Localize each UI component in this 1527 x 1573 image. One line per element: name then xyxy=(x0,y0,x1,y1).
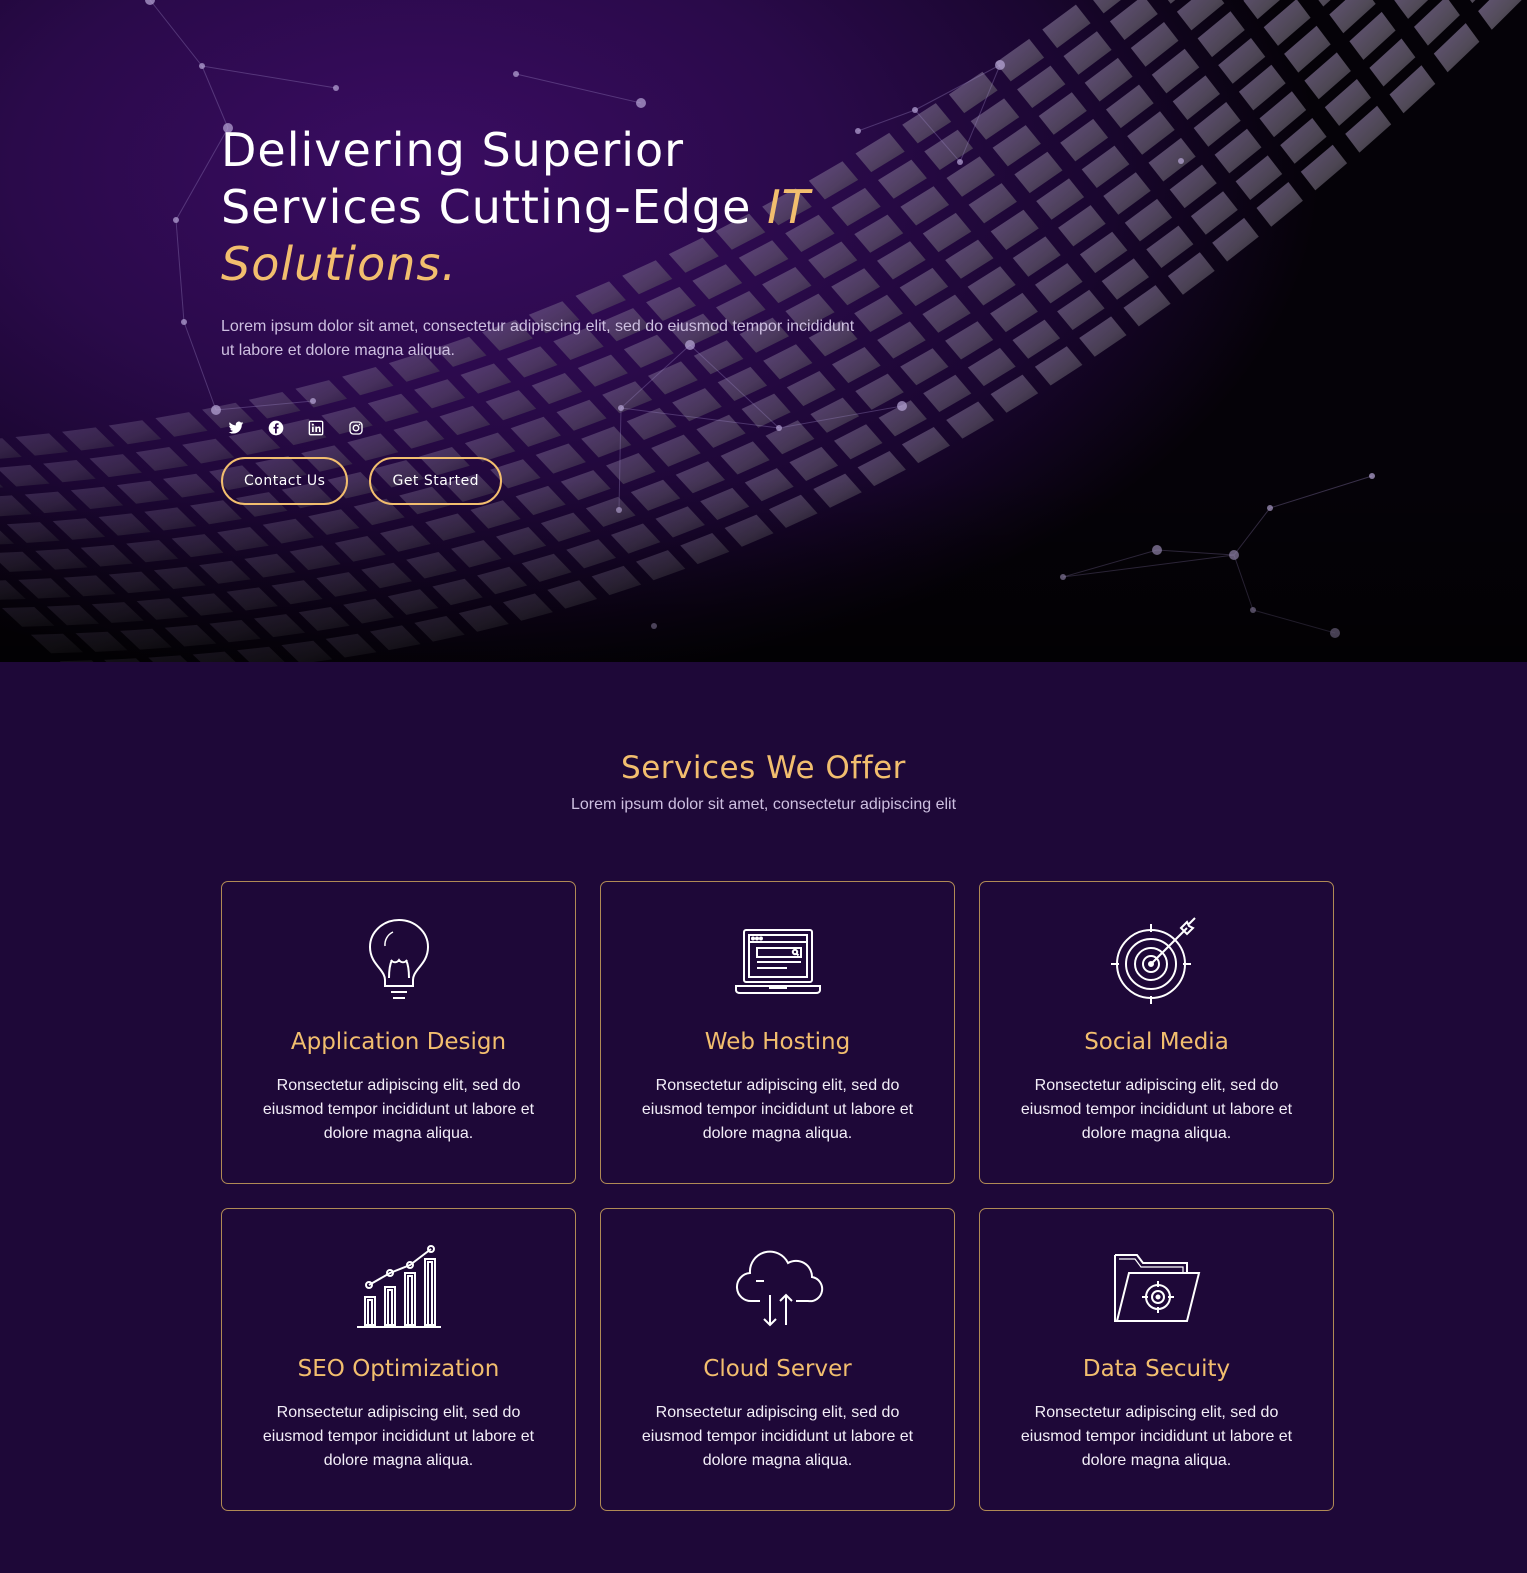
cloud-icon xyxy=(601,1243,954,1333)
service-card-social-media[interactable]: Social Media Ronsectetur adipiscing elit… xyxy=(979,881,1334,1184)
service-card-cloud-server[interactable]: Cloud Server Ronsectetur adipiscing elit… xyxy=(600,1208,955,1511)
service-description: Ronsectetur adipiscing elit, sed do eius… xyxy=(641,1077,914,1142)
service-card-application-design[interactable]: Application Design Ronsectetur adipiscin… xyxy=(221,881,576,1184)
instagram-icon[interactable] xyxy=(347,419,365,437)
services-section: Services We Offer Lorem ipsum dolor sit … xyxy=(0,662,1527,1573)
secure-folder-icon xyxy=(980,1243,1333,1333)
hero-title-accent-it: IT xyxy=(767,180,811,234)
twitter-icon[interactable] xyxy=(227,419,245,437)
services-header: Services We Offer Lorem ipsum dolor sit … xyxy=(0,750,1527,814)
hero-content: Delivering Superior Services Cutting-Edg… xyxy=(221,122,881,505)
service-description: Ronsectetur adipiscing elit, sed do eius… xyxy=(641,1404,914,1469)
service-title: Social Media xyxy=(1084,1029,1229,1055)
service-description: Ronsectetur adipiscing elit, sed do eius… xyxy=(262,1404,535,1469)
service-description: Ronsectetur adipiscing elit, sed do eius… xyxy=(1020,1404,1293,1469)
hero-title-line2: Services Cutting-Edge xyxy=(221,180,768,234)
service-title: Data Secuity xyxy=(1082,1356,1231,1382)
service-card-data-security[interactable]: Data Secuity Ronsectetur adipiscing elit… xyxy=(979,1208,1334,1511)
hero-title-accent-solutions: Solutions. xyxy=(221,237,457,291)
service-title: Web Hosting xyxy=(704,1029,851,1055)
service-description: Ronsectetur adipiscing elit, sed do eius… xyxy=(262,1077,535,1142)
services-title: Services We Offer xyxy=(621,750,906,786)
service-title: Application Design xyxy=(290,1029,507,1055)
hero-title: Delivering Superior Services Cutting-Edg… xyxy=(221,122,881,293)
service-description: Ronsectetur adipiscing elit, sed do eius… xyxy=(1020,1077,1293,1142)
service-card-web-hosting[interactable]: Web Hosting Ronsectetur adipiscing elit,… xyxy=(600,881,955,1184)
get-started-button[interactable]: Get Started xyxy=(369,457,503,505)
contact-us-button[interactable]: Contact Us xyxy=(221,457,349,505)
facebook-icon[interactable] xyxy=(267,419,285,437)
hero-title-line1: Delivering Superior xyxy=(221,123,685,177)
lightbulb-icon xyxy=(222,916,575,1006)
services-subtitle: Lorem ipsum dolor sit amet, consectetur … xyxy=(570,796,957,813)
social-links xyxy=(227,419,881,437)
services-grid: Application Design Ronsectetur adipiscin… xyxy=(221,881,1334,1511)
linkedin-icon[interactable] xyxy=(307,419,325,437)
target-icon xyxy=(980,916,1333,1006)
service-card-seo-optimization[interactable]: SEO Optimization Ronsectetur adipiscing … xyxy=(221,1208,576,1511)
bar-chart-icon xyxy=(222,1243,575,1333)
service-title: SEO Optimization xyxy=(297,1356,500,1382)
service-title: Cloud Server xyxy=(703,1356,852,1382)
hero-section: Delivering Superior Services Cutting-Edg… xyxy=(0,0,1527,662)
hero-buttons: Contact Us Get Started xyxy=(221,457,881,505)
laptop-icon xyxy=(601,916,954,1006)
hero-subtitle: Lorem ipsum dolor sit amet, consectetur … xyxy=(221,318,855,359)
